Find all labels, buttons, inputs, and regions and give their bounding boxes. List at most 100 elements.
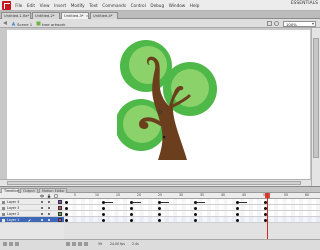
current-frame: 59 xyxy=(98,242,103,246)
ruler-tick-label: 15 xyxy=(116,193,120,198)
keyframe[interactable] xyxy=(102,206,105,210)
keyframe[interactable] xyxy=(130,218,133,222)
lock-dot[interactable] xyxy=(48,213,50,215)
center-frame-icon[interactable] xyxy=(66,242,70,246)
menu-commands[interactable]: Commands xyxy=(100,3,128,8)
keyframe[interactable] xyxy=(236,212,239,216)
keyframe[interactable] xyxy=(194,212,197,216)
menu-view[interactable]: View xyxy=(37,3,52,8)
layer-list-empty xyxy=(0,223,64,239)
ruler-tick-label: 55 xyxy=(284,193,288,198)
keyframe[interactable] xyxy=(130,212,133,216)
zoom-select[interactable]: 100% xyxy=(283,20,316,27)
new-folder-icon[interactable] xyxy=(9,242,13,246)
tween-line xyxy=(105,201,113,203)
menu-control[interactable]: Control xyxy=(128,3,148,8)
outline-icon[interactable] xyxy=(54,194,58,198)
keyframe[interactable] xyxy=(130,206,133,210)
layer-name[interactable]: Layer 2 xyxy=(7,212,19,216)
onion-outline-icon[interactable] xyxy=(78,242,82,246)
ruler-tick-label: 10 xyxy=(95,193,99,198)
keyframe[interactable] xyxy=(102,212,105,216)
keyframe[interactable] xyxy=(65,218,68,222)
visibility-dot[interactable] xyxy=(41,207,43,209)
layer-icon xyxy=(2,212,5,216)
document-tabs: Untitled-1.fla* Untitled-2* Untitled-3* … xyxy=(0,11,320,19)
layer-color-swatch[interactable] xyxy=(58,200,62,204)
doc-tab-label: Untitled-3* xyxy=(64,14,84,18)
menu-file[interactable]: File xyxy=(13,3,25,8)
visibility-dot[interactable] xyxy=(41,219,43,221)
keyframe[interactable] xyxy=(194,218,197,222)
menu-insert[interactable]: Insert xyxy=(52,3,69,8)
layer-name[interactable]: Layer 4 xyxy=(7,200,19,204)
leaf-top-left-inner xyxy=(129,46,167,84)
edit-multiple-frames-icon[interactable] xyxy=(84,242,88,246)
layer-name[interactable]: Layer 3 xyxy=(7,206,19,210)
keyframe[interactable] xyxy=(102,218,105,222)
keyframe[interactable] xyxy=(158,212,161,216)
layer-color-swatch[interactable] xyxy=(58,212,62,216)
tween-line xyxy=(133,201,141,203)
breadcrumb-symbol[interactable]: tree artwork xyxy=(42,22,65,27)
doc-tab-label: Untitled-4* xyxy=(93,14,113,18)
tree-artwork[interactable] xyxy=(117,38,221,160)
playhead[interactable] xyxy=(267,193,268,240)
edit-scene-icon[interactable] xyxy=(267,21,272,26)
ruler-tick-label: 60 xyxy=(305,193,309,198)
keyframe[interactable] xyxy=(65,200,68,204)
menu-debug[interactable]: Debug xyxy=(148,3,166,8)
doc-tab-1[interactable]: Untitled-1.fla* xyxy=(1,12,31,19)
flash-window: File Edit View Insert Modify Text Comman… xyxy=(0,0,320,250)
breadcrumb-scene[interactable]: Scene 1 xyxy=(17,22,32,27)
close-icon[interactable]: × xyxy=(86,14,89,18)
layer-color-swatch[interactable] xyxy=(58,206,62,210)
lock-dot[interactable] xyxy=(48,219,50,221)
keyframe[interactable] xyxy=(236,206,239,210)
tween-line xyxy=(197,201,205,203)
layer-color-swatch[interactable] xyxy=(58,218,62,222)
ruler-tick-label: 40 xyxy=(221,193,225,198)
vertical-scrollbar[interactable] xyxy=(311,28,320,186)
keyframe[interactable] xyxy=(65,212,68,216)
horizontal-scrollbar[interactable] xyxy=(0,179,311,186)
eye-icon[interactable] xyxy=(40,194,44,198)
keyframe[interactable] xyxy=(158,218,161,222)
doc-tab-label: Untitled-1.fla* xyxy=(4,14,30,18)
layer-name[interactable]: Layer 1 xyxy=(7,218,19,222)
new-layer-icon[interactable] xyxy=(3,242,7,246)
horizontal-scroll-thumb[interactable] xyxy=(7,181,301,185)
menu-edit[interactable]: Edit xyxy=(25,3,38,8)
registration-point xyxy=(162,135,166,139)
frame-row-selected[interactable] xyxy=(64,217,320,223)
doc-tab-4[interactable]: Untitled-4* xyxy=(90,12,118,19)
delete-layer-icon[interactable] xyxy=(15,242,19,246)
timeline-panel: Timeline Output Motion Editor 5 10 15 20… xyxy=(0,186,320,250)
menu-modify[interactable]: Modify xyxy=(68,3,86,8)
lock-dot[interactable] xyxy=(48,201,50,203)
scene-icon xyxy=(11,21,16,26)
keyframe[interactable] xyxy=(236,218,239,222)
visibility-dot[interactable] xyxy=(41,213,43,215)
onion-skin-icon[interactable] xyxy=(72,242,76,246)
keyframe[interactable] xyxy=(65,206,68,210)
visibility-dot[interactable] xyxy=(41,201,43,203)
menu-window[interactable]: Window xyxy=(166,3,187,8)
ruler-tick-label: 20 xyxy=(137,193,141,198)
lock-dot[interactable] xyxy=(48,207,50,209)
edit-symbols-icon[interactable] xyxy=(274,21,279,26)
workspace-switcher[interactable]: ESSENTIALS xyxy=(291,1,318,6)
stage[interactable] xyxy=(7,30,310,186)
keyframe[interactable] xyxy=(194,206,197,210)
back-arrow-icon[interactable] xyxy=(3,21,7,25)
ruler-tick-label: 25 xyxy=(158,193,162,198)
lock-icon[interactable] xyxy=(47,194,51,198)
menu-help[interactable]: Help xyxy=(188,3,202,8)
doc-tab-2[interactable]: Untitled-2* xyxy=(32,12,60,19)
menu-text[interactable]: Text xyxy=(87,3,100,8)
doc-tab-3[interactable]: Untitled-3* × xyxy=(61,12,89,19)
keyframe[interactable] xyxy=(158,206,161,210)
frames-grid[interactable] xyxy=(64,199,320,239)
vertical-scroll-thumb[interactable] xyxy=(313,38,319,158)
tween-line xyxy=(239,201,247,203)
